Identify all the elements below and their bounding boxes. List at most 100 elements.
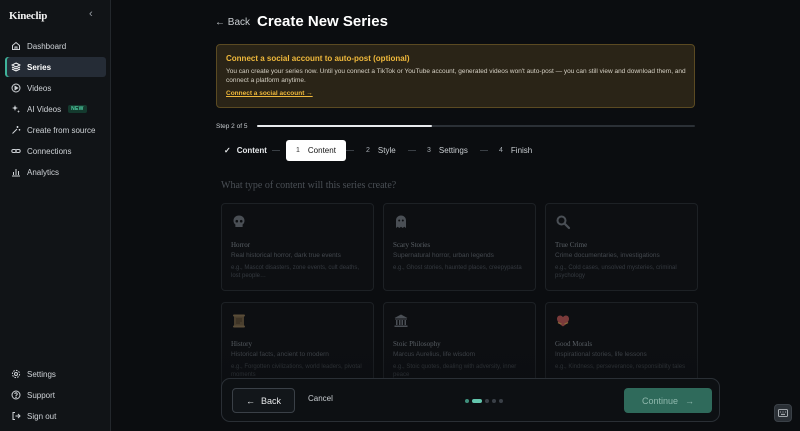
sidebar-item-label: Sign out	[27, 411, 57, 421]
social-account-alert: Connect a social account to auto-post (o…	[216, 44, 695, 108]
logout-icon	[12, 412, 21, 420]
ghost-icon	[396, 215, 406, 228]
arrow-left-icon: ←	[245, 395, 255, 406]
step-dots	[465, 399, 506, 403]
card-title: True Crime	[555, 241, 588, 249]
stepper: ✓ Content 1 Content 2 Style 3 Settings 4…	[216, 140, 696, 161]
card-description: Crime documentaries, investigations	[555, 252, 660, 259]
sidebar-item-ai-videos[interactable]: AI Videos NEW	[5, 99, 106, 119]
scroll-icon	[233, 314, 245, 328]
sidebar-item-support[interactable]: Support	[5, 385, 106, 405]
sidebar-item-label: Connections	[27, 146, 72, 156]
connect-social-account-link[interactable]: Connect a social account →	[226, 90, 313, 97]
layers-icon	[11, 62, 21, 72]
sidebar-item-connections[interactable]: Connections	[5, 141, 106, 161]
step-counter: Step 2 of 5	[216, 123, 248, 130]
content-type-card-scary-stories[interactable]: Scary Stories Supernatural horror, urban…	[383, 203, 536, 291]
sidebar: Kineclip ‹ Dashboard Series Videos AI Vi…	[0, 0, 111, 431]
card-title: Horror	[231, 241, 251, 249]
step-settings[interactable]: 3 Settings	[427, 140, 468, 161]
back-link[interactable]: ← Back	[215, 17, 250, 28]
check-icon: ✓	[224, 146, 231, 155]
wizard-footer: ← Back Cancel Continue →	[221, 378, 720, 422]
step-content-completed[interactable]: ✓ Content	[224, 140, 267, 161]
sidebar-item-settings[interactable]: Settings	[5, 364, 106, 384]
step-dot	[485, 399, 489, 403]
step-number: 2	[366, 147, 370, 154]
step-label: Content	[236, 146, 267, 155]
card-examples: e.g., Kindness, perseverance, responsibi…	[555, 364, 686, 370]
step-number: 3	[427, 147, 431, 154]
heart-hands-icon	[557, 315, 569, 327]
back-button[interactable]: ← Back	[232, 388, 295, 413]
content-type-card-true-crime[interactable]: True Crime Crime documentaries, investig…	[545, 203, 698, 291]
page-title: Create New Series	[257, 13, 388, 30]
card-title: History	[231, 340, 252, 348]
card-title: Scary Stories	[393, 241, 431, 249]
sidebar-item-label: Create from source	[27, 125, 96, 135]
card-examples: e.g., Ghost stories, haunted places, cre…	[393, 265, 522, 271]
magnifier-icon	[556, 215, 571, 230]
app-logo[interactable]: Kineclip	[9, 10, 47, 22]
sidebar-item-label: Support	[27, 390, 56, 400]
new-badge: NEW	[68, 105, 87, 113]
step-label: Content	[307, 146, 336, 155]
card-title: Good Morals	[555, 340, 593, 348]
sidebar-bottom-nav: Settings Support Sign out	[5, 364, 106, 427]
content-type-question: What type of content will this series cr…	[221, 180, 397, 191]
content-type-card-good-morals[interactable]: Good Morals Inspirational stories, life …	[545, 302, 698, 390]
card-description: Supernatural horror, urban legends	[393, 252, 494, 259]
card-examples: e.g., Forgotten civilizations, world lea…	[231, 364, 362, 378]
card-description: Inspirational stories, life lessons	[555, 351, 647, 358]
collapse-sidebar-button[interactable]: ‹	[89, 8, 93, 20]
magic-wand-icon	[12, 126, 21, 134]
content-type-card-history[interactable]: History Historical facts, ancient to mod…	[221, 302, 374, 390]
link-icon	[11, 149, 21, 153]
back-button-label: Back	[260, 395, 281, 406]
card-title: Stoic Philosophy	[393, 340, 441, 348]
card-examples: e.g., Cold cases, unsolved mysteries, cr…	[555, 265, 677, 279]
bar-chart-icon	[12, 169, 20, 177]
play-circle-icon	[11, 83, 21, 93]
sidebar-item-label: Settings	[27, 369, 56, 379]
step-label: Style	[377, 146, 396, 155]
sidebar-item-series[interactable]: Series	[5, 57, 106, 77]
step-style[interactable]: 2 Style	[366, 140, 396, 161]
step-number: 4	[499, 147, 503, 154]
sidebar-item-dashboard[interactable]: Dashboard	[5, 36, 106, 56]
progress-bar	[257, 125, 695, 127]
alert-title: Connect a social account to auto-post (o…	[226, 54, 410, 63]
step-dot	[465, 399, 469, 403]
sidebar-item-analytics[interactable]: Analytics	[5, 162, 106, 182]
home-icon	[12, 41, 20, 50]
step-separator	[408, 150, 416, 151]
step-dot	[499, 399, 503, 403]
sidebar-item-label: Analytics	[27, 167, 60, 177]
content-type-card-horror[interactable]: Horror Real historical horror, dark true…	[221, 203, 374, 291]
step-content[interactable]: 1 Content	[286, 140, 346, 161]
step-number: 1	[296, 147, 300, 154]
sparkles-icon	[12, 105, 20, 113]
sidebar-item-sign-out[interactable]: Sign out	[5, 406, 106, 426]
help-circle-icon	[11, 390, 21, 400]
arrow-right-icon: →	[685, 395, 695, 406]
content-type-card-stoic-philosophy[interactable]: Stoic Philosophy Marcus Aurelius, life w…	[383, 302, 536, 390]
step-dot	[492, 399, 496, 403]
sidebar-nav: Dashboard Series Videos AI Videos NEW Cr…	[5, 36, 106, 183]
sidebar-item-create-from-source[interactable]: Create from source	[5, 120, 106, 140]
progress-bar-fill	[257, 125, 433, 127]
continue-button[interactable]: Continue →	[624, 388, 712, 413]
step-separator	[272, 150, 280, 151]
step-separator	[346, 150, 354, 151]
step-separator	[480, 150, 488, 151]
back-link-label: Back	[227, 17, 251, 28]
sidebar-item-videos[interactable]: Videos	[5, 78, 106, 98]
chat-widget-button[interactable]	[774, 404, 792, 422]
cancel-button[interactable]: Cancel	[308, 394, 333, 403]
alert-body: You can create your series now. Until yo…	[226, 68, 686, 84]
step-label: Settings	[438, 146, 468, 155]
temple-icon	[394, 314, 408, 327]
step-finish[interactable]: 4 Finish	[499, 140, 532, 161]
sidebar-item-label: Series	[27, 62, 52, 72]
sidebar-item-label: Dashboard	[27, 41, 67, 51]
